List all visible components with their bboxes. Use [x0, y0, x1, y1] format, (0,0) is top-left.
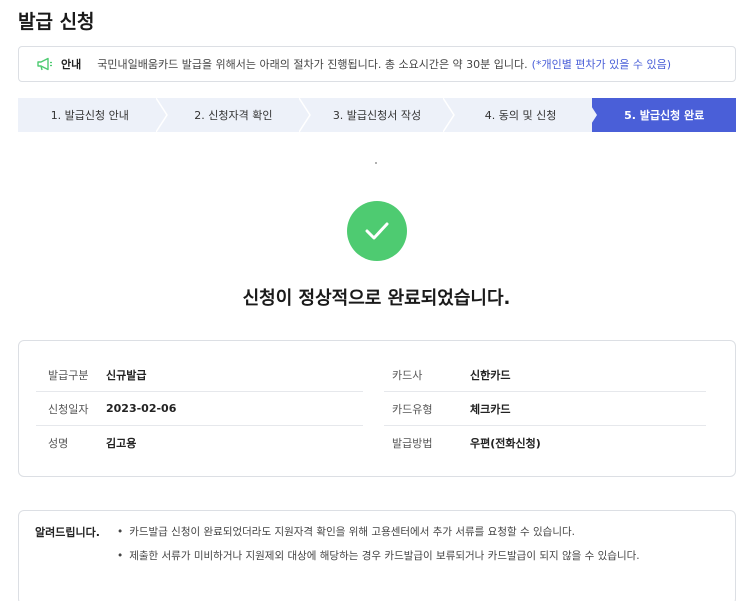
step-divider [299, 98, 312, 132]
page-title: 발급 신청 [18, 11, 95, 33]
step-2: 2. 신청자격 확인 [161, 98, 312, 132]
info-row-application-date: 신청일자 2023-02-06 [36, 392, 363, 426]
info-label: 카드유형 [392, 402, 433, 416]
step-label: 3. 발급신청서 작성 [332, 109, 422, 122]
info-value: 신규발급 [106, 368, 147, 382]
info-value: 2023-02-06 [106, 402, 177, 415]
info-label: 신청일자 [48, 402, 89, 416]
completion-message: 신청이 정상적으로 완료되었습니다. [242, 288, 511, 309]
megaphone-icon [37, 57, 52, 71]
step-progress: 1. 발급신청 안내 2. 신청자격 확인 3. 발급신청서 작성 4. 동의 … [18, 98, 736, 132]
info-label: 카드사 [392, 368, 423, 382]
step-3: 3. 발급신청서 작성 [305, 98, 455, 132]
check-icon [365, 222, 389, 240]
info-label: 성명 [48, 437, 69, 450]
info-value: 우편(전화신청) [470, 437, 541, 450]
notice-label: 안내 [61, 58, 82, 71]
success-badge [347, 201, 407, 261]
notice-banner: 안내 국민내일배움카드 발급을 위해서는 아래의 절차가 진행됩니다. 총 소요… [18, 46, 736, 82]
step-1: 1. 발급신청 안내 [18, 98, 168, 132]
info-label: 발급방법 [392, 437, 433, 450]
step-divider [586, 98, 598, 132]
step-label: 4. 동의 및 신청 [484, 109, 557, 122]
notes-item: 카드발급 신청이 완료되었더라도 지원자격 확인을 위해 고용센터에서 추가 서… [117, 524, 640, 548]
step-divider [442, 98, 455, 132]
info-value: 신한카드 [470, 368, 511, 382]
notes-item: 제출한 서류가 미비하거나 지원제외 대상에 해당하는 경우 카드발급이 보류되… [117, 548, 639, 572]
step-label: 1. 발급신청 안내 [50, 109, 129, 122]
info-row-card-company: 카드사 신한카드 [384, 358, 706, 392]
info-row-name: 성명 김고용 [36, 426, 363, 460]
info-row-card-type: 카드유형 체크카드 [384, 392, 706, 426]
step-label: 5. 발급신청 완료 [624, 109, 705, 122]
info-value: 체크카드 [470, 402, 511, 416]
summary-right-column: 카드사 신한카드 카드유형 체크카드 발급방법 우편(전화신청) [384, 358, 706, 460]
step-4: 4. 동의 및 신청 [448, 98, 598, 132]
info-label: 발급구분 [48, 368, 89, 382]
notes-box: 알려드립니다. 카드발급 신청이 완료되었더라도 지원자격 확인을 위해 고용센… [18, 510, 736, 601]
step-divider [155, 98, 168, 132]
step-5-current: 5. 발급신청 완료 [592, 98, 736, 132]
summary-left-column: 발급구분 신규발급 신청일자 2023-02-06 성명 김고용 [36, 358, 363, 460]
step-label: 2. 신청자격 확인 [194, 109, 273, 122]
info-value: 김고용 [106, 437, 137, 450]
notes-list: 카드발급 신청이 완료되었더라도 지원자격 확인을 위해 고용센터에서 추가 서… [117, 524, 640, 572]
application-summary: 발급구분 신규발급 신청일자 2023-02-06 성명 김고용 카드사 신한카… [18, 340, 736, 477]
decorative-dot [375, 162, 377, 164]
notice-text: 국민내일배움카드 발급을 위해서는 아래의 절차가 진행됩니다. 총 소요시간은… [97, 58, 528, 71]
info-row-issue-type: 발급구분 신규발급 [36, 358, 363, 392]
notes-title: 알려드립니다. [35, 526, 100, 539]
info-row-delivery-method: 발급방법 우편(전화신청) [384, 426, 706, 460]
notice-highlight: (*개인별 편차가 있을 수 있음) [531, 58, 672, 71]
